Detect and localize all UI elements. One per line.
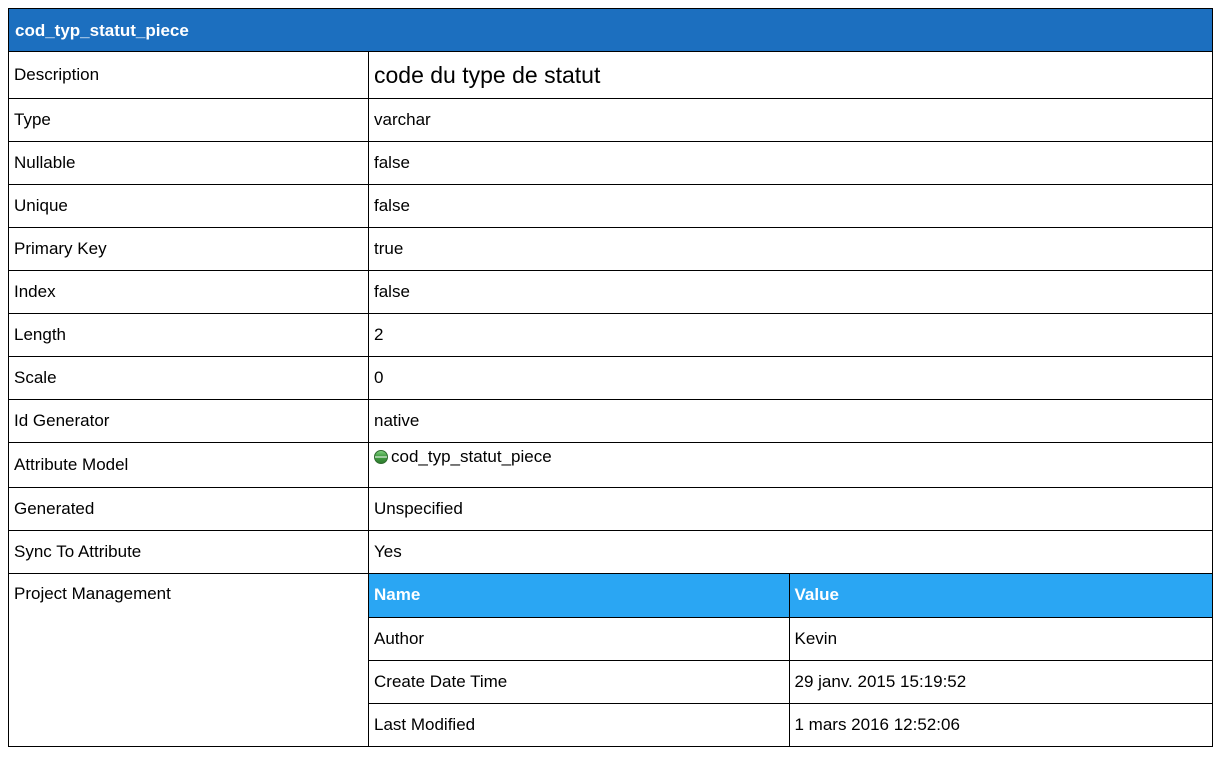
subtable-header-row: Name Value [369, 574, 1212, 618]
property-key: Index [8, 270, 369, 314]
attribute-model-link[interactable]: cod_typ_statut_piece [391, 447, 552, 466]
pm-value: 1 mars 2016 12:52:06 [788, 702, 1212, 747]
table-row: Generated Unspecified [8, 487, 1213, 531]
project-management-table: Name Value Author Kevin Create Date Time [369, 574, 1212, 747]
property-key: Nullable [8, 141, 369, 185]
property-value: Yes [368, 530, 1213, 574]
property-value: code du type de statut [368, 51, 1213, 99]
subtable-row: Last Modified 1 mars 2016 12:52:06 [369, 702, 1212, 747]
property-key: Id Generator [8, 399, 369, 443]
project-management-cell: Name Value Author Kevin Create Date Time [368, 573, 1213, 747]
property-key: Scale [8, 356, 369, 400]
table-row: Id Generator native [8, 399, 1213, 443]
table-row: Index false [8, 270, 1213, 314]
property-value: false [368, 270, 1213, 314]
property-key: Type [8, 98, 369, 142]
table-row: Primary Key true [8, 227, 1213, 271]
property-key: Project Management [8, 573, 369, 747]
property-key: Description [8, 51, 369, 99]
table-row: Type varchar [8, 98, 1213, 142]
table-row: Scale 0 [8, 356, 1213, 400]
table-row: Unique false [8, 184, 1213, 228]
pm-name: Last Modified [369, 702, 790, 747]
property-value: 0 [368, 356, 1213, 400]
properties-table: Description code du type de statut Type … [8, 51, 1213, 747]
table-row: Sync To Attribute Yes [8, 530, 1213, 574]
table-row: Length 2 [8, 313, 1213, 357]
property-key: Primary Key [8, 227, 369, 271]
attribute-model-cell: cod_typ_statut_piece [368, 442, 1213, 488]
property-key: Sync To Attribute [8, 530, 369, 574]
column-header-name: Name [369, 574, 790, 618]
pm-name: Create Date Time [369, 659, 790, 704]
property-key: Unique [8, 184, 369, 228]
pm-value: Kevin [788, 616, 1212, 661]
property-value: false [368, 184, 1213, 228]
column-header-value: Value [788, 574, 1212, 618]
table-row: Description code du type de statut [8, 51, 1213, 99]
attribute-icon [374, 450, 388, 464]
column-title: cod_typ_statut_piece [8, 8, 1213, 51]
pm-name: Author [369, 616, 790, 661]
property-value: native [368, 399, 1213, 443]
property-key: Attribute Model [8, 442, 369, 488]
property-value: true [368, 227, 1213, 271]
subtable-row: Create Date Time 29 janv. 2015 15:19:52 [369, 659, 1212, 704]
subtable-row: Author Kevin [369, 616, 1212, 661]
property-value: Unspecified [368, 487, 1213, 531]
table-row: Attribute Model cod_typ_statut_piece [8, 442, 1213, 488]
pm-value: 29 janv. 2015 15:19:52 [788, 659, 1212, 704]
property-value: varchar [368, 98, 1213, 142]
table-row: Nullable false [8, 141, 1213, 185]
property-value: 2 [368, 313, 1213, 357]
property-value: false [368, 141, 1213, 185]
property-key: Generated [8, 487, 369, 531]
property-key: Length [8, 313, 369, 357]
column-properties-document: cod_typ_statut_piece Description code du… [8, 8, 1213, 747]
table-row: Project Management Name Value Author Kev… [8, 573, 1213, 747]
